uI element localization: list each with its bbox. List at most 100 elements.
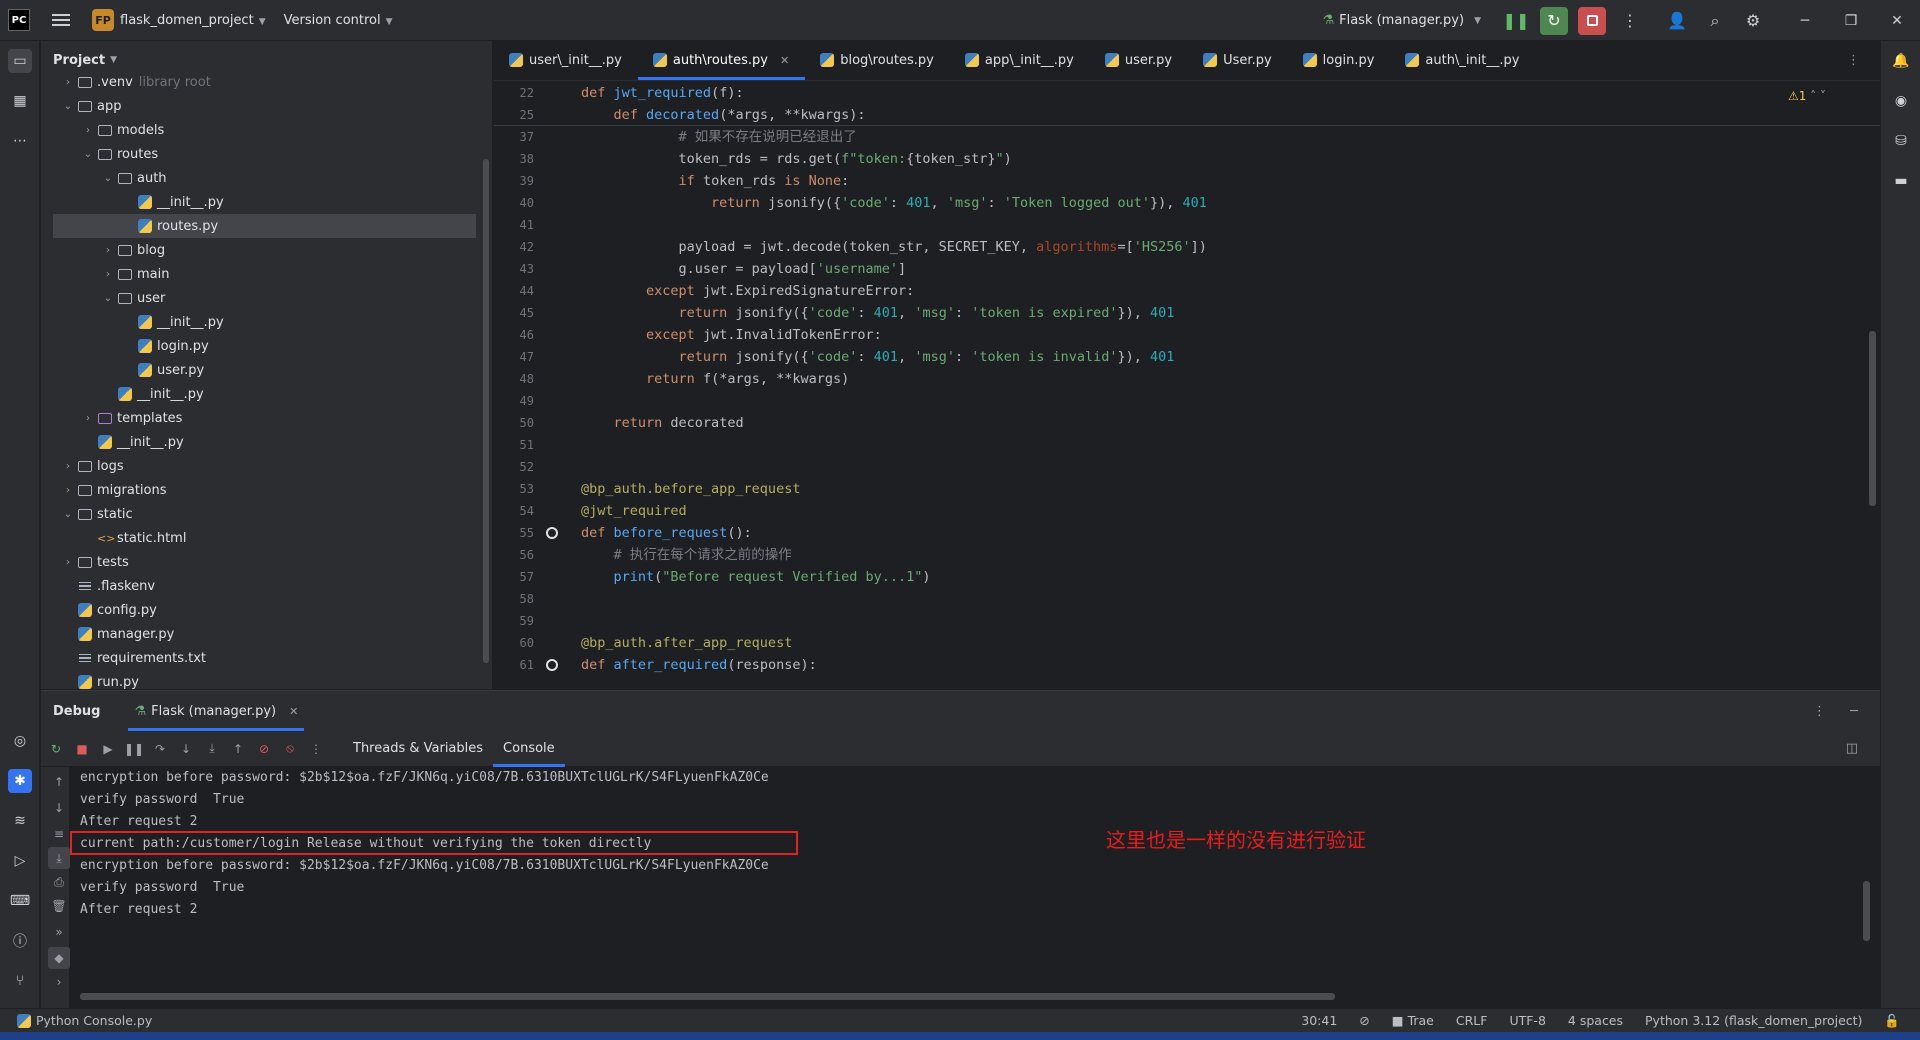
close-icon[interactable]: ✕ bbox=[780, 54, 789, 67]
debug-session-tab[interactable]: ⚗ Flask (manager.py) ✕ bbox=[128, 691, 305, 731]
line-number[interactable]: 59 bbox=[494, 610, 564, 632]
tab-console[interactable]: Console bbox=[493, 731, 565, 767]
editor-tab[interactable]: blog\routes.py bbox=[805, 41, 950, 80]
more-icon[interactable]: ⋮ bbox=[1813, 704, 1826, 719]
code-line[interactable]: return jsonify({'code': 401, 'msg': 'tok… bbox=[581, 346, 1781, 368]
problems-icon[interactable]: ⓘ bbox=[8, 929, 32, 953]
code-line[interactable] bbox=[581, 456, 1781, 478]
code-line[interactable] bbox=[581, 588, 1781, 610]
chevron-right-icon[interactable]: › bbox=[81, 413, 95, 424]
console-line[interactable]: After request 2 bbox=[80, 899, 1860, 921]
code-line[interactable] bbox=[581, 434, 1781, 456]
search-icon[interactable]: ⌕ bbox=[1701, 7, 1729, 35]
editor-scrollbar[interactable] bbox=[1869, 331, 1876, 506]
line-separator[interactable]: CRLF bbox=[1456, 1013, 1488, 1028]
database-icon[interactable]: ⛁ bbox=[1889, 129, 1913, 153]
code-line[interactable]: @bp_auth.after_app_request bbox=[581, 632, 1781, 654]
tree-item[interactable]: __init__.py bbox=[41, 382, 492, 406]
editor-tab[interactable]: user\_init__.py bbox=[494, 41, 638, 80]
console-line[interactable]: verify password True bbox=[80, 789, 1860, 811]
tree-item[interactable]: › tests bbox=[41, 550, 492, 574]
sticky-line[interactable]: 25 def decorated(*args, **kwargs): bbox=[494, 104, 1880, 126]
breakpoint-marker[interactable] bbox=[546, 659, 558, 671]
step-over-icon[interactable]: ↷ bbox=[149, 738, 171, 760]
more-tools-icon[interactable]: ⋯ bbox=[8, 129, 32, 153]
tree-item[interactable]: › blog bbox=[41, 238, 492, 262]
chevron-right-icon[interactable]: › bbox=[101, 245, 115, 256]
resume-icon[interactable]: ▶ bbox=[97, 738, 119, 760]
print-icon[interactable]: ⎙ bbox=[48, 871, 70, 893]
tree-item[interactable]: › models bbox=[41, 118, 492, 142]
structure-icon[interactable]: ▦ bbox=[8, 89, 32, 113]
line-number[interactable]: 46 bbox=[494, 324, 564, 346]
tree-item[interactable]: requirements.txt bbox=[41, 646, 492, 670]
python-packages-icon[interactable]: ◎ bbox=[8, 729, 32, 753]
editor-tab[interactable]: app\_init__.py bbox=[950, 41, 1090, 80]
tree-item[interactable]: ⌄ routes bbox=[41, 142, 492, 166]
tree-item[interactable]: run.py bbox=[41, 670, 492, 689]
close-window-button[interactable]: ✕ bbox=[1874, 13, 1920, 29]
chevron-right-icon[interactable]: › bbox=[48, 971, 70, 993]
terminal-icon[interactable]: ⌨ bbox=[8, 889, 32, 913]
step-into-icon[interactable]: ↓ bbox=[175, 738, 197, 760]
chevron-down-icon[interactable]: ⌄ bbox=[101, 173, 115, 184]
notifications-bell-icon[interactable]: 🔔 bbox=[1889, 49, 1913, 73]
line-number[interactable]: 52 bbox=[494, 456, 564, 478]
code-line[interactable]: except jwt.ExpiredSignatureError: bbox=[581, 280, 1781, 302]
tree-item[interactable]: › migrations bbox=[41, 478, 492, 502]
code-line[interactable] bbox=[581, 390, 1781, 412]
editor-tab[interactable]: User.py bbox=[1188, 41, 1288, 80]
stop-button[interactable] bbox=[1578, 6, 1606, 35]
tool-indicator[interactable]: ■ Trae bbox=[1392, 1013, 1434, 1028]
code-line[interactable]: payload = jwt.decode(token_str, SECRET_K… bbox=[581, 236, 1781, 258]
console-line[interactable]: verify password True bbox=[80, 877, 1860, 899]
code-line[interactable]: return jsonify({'code': 401, 'msg': 'Tok… bbox=[581, 192, 1781, 214]
editor-tab[interactable]: auth\routes.py ✕ bbox=[637, 41, 806, 80]
main-menu-icon[interactable] bbox=[52, 11, 70, 29]
scroll-down-icon[interactable]: ↓ bbox=[48, 797, 70, 819]
line-number[interactable]: 48 bbox=[494, 368, 564, 390]
code-line[interactable]: return jsonify({'code': 401, 'msg': 'tok… bbox=[581, 302, 1781, 324]
tree-item[interactable]: › templates bbox=[41, 406, 492, 430]
line-number[interactable]: 47 bbox=[494, 346, 564, 368]
pause-icon[interactable]: ❚❚ bbox=[1502, 7, 1530, 35]
line-number[interactable]: 43 bbox=[494, 258, 564, 280]
code-line[interactable]: except jwt.InvalidTokenError: bbox=[581, 324, 1781, 346]
chevron-right-icon[interactable]: › bbox=[81, 125, 95, 136]
line-number[interactable]: 49 bbox=[494, 390, 564, 412]
warning-indicator[interactable]: ⚠1 ˄ ˅ bbox=[1788, 89, 1826, 103]
layout-icon[interactable]: ◫ bbox=[1846, 741, 1858, 756]
project-badge[interactable]: FP bbox=[92, 9, 114, 31]
cursor-position[interactable]: 30:41 bbox=[1301, 1013, 1337, 1028]
line-number[interactable]: 51 bbox=[494, 434, 564, 456]
close-icon[interactable]: ✕ bbox=[289, 705, 298, 718]
rerun-button[interactable]: ↻ bbox=[1540, 6, 1568, 35]
tree-item[interactable]: routes.py bbox=[53, 214, 476, 238]
tree-item[interactable]: ⌄ user bbox=[41, 286, 492, 310]
line-number[interactable]: 53 bbox=[494, 478, 564, 500]
add-user-icon[interactable]: 👤 bbox=[1663, 7, 1691, 35]
scroll-to-end-icon[interactable]: ⤓ bbox=[48, 847, 70, 869]
code-line[interactable]: print("Before request Verified by...1") bbox=[581, 566, 1781, 588]
more-icon[interactable]: ⋮ bbox=[1616, 7, 1644, 35]
line-number[interactable]: 37 bbox=[494, 126, 564, 148]
chevron-right-icon[interactable]: › bbox=[61, 461, 75, 472]
python-console-icon[interactable]: ◆ bbox=[48, 947, 70, 969]
tree-item[interactable]: user.py bbox=[41, 358, 492, 382]
line-number[interactable]: 44 bbox=[494, 280, 564, 302]
tree-item[interactable]: › logs bbox=[41, 454, 492, 478]
chevron-down-icon[interactable]: ⌄ bbox=[61, 101, 75, 112]
tree-item[interactable]: config.py bbox=[41, 598, 492, 622]
stop-icon[interactable]: ■ bbox=[71, 738, 93, 760]
code-line[interactable] bbox=[581, 610, 1781, 632]
code-line[interactable] bbox=[581, 214, 1781, 236]
sciview-icon[interactable]: ▬ bbox=[1889, 169, 1913, 193]
tree-item[interactable]: ⌄ auth bbox=[41, 166, 492, 190]
file-encoding[interactable]: UTF-8 bbox=[1509, 1013, 1545, 1028]
code-line[interactable]: @jwt_required bbox=[581, 500, 1781, 522]
line-number[interactable]: 56 bbox=[494, 544, 564, 566]
code-line[interactable]: g.user = payload['username'] bbox=[581, 258, 1781, 280]
code-line[interactable]: return f(*args, **kwargs) bbox=[581, 368, 1781, 390]
console-line[interactable]: encryption before password: $2b$12$oa.fz… bbox=[80, 855, 1860, 877]
mute-breakpoints-icon[interactable]: ⦸ bbox=[279, 738, 301, 760]
